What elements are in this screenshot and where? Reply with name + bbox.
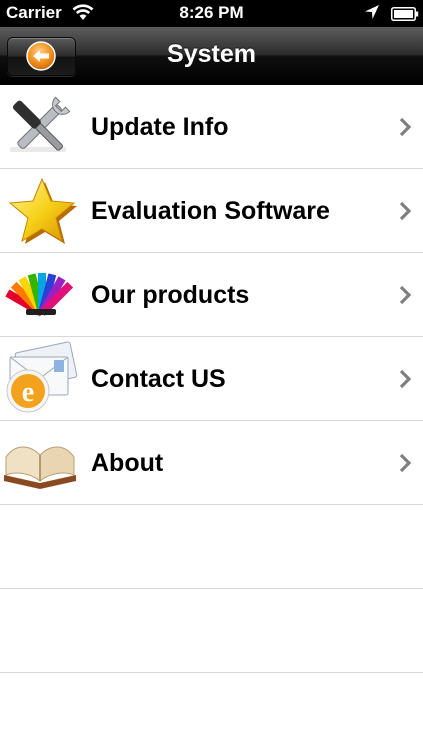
list-item-label: About [91,449,164,477]
empty-list-row [0,589,423,673]
list-item-label: Our products [91,281,250,309]
chevron-right-icon [399,201,412,221]
battery-icon [391,6,419,26]
email-icon: e [2,341,78,417]
list-item-update-info[interactable]: Update Info [0,85,423,169]
color-swatches-icon [2,257,78,333]
chevron-right-icon [399,369,412,389]
chevron-right-icon [399,285,412,305]
page-title: System [167,40,256,68]
list-item-contact-us[interactable]: e Contact US [0,337,423,421]
status-time: 8:26 PM [179,3,244,22]
list-item-label: Contact US [91,365,226,393]
menu-list: Update Info Evaluation Software Our prod… [0,85,423,673]
chevron-right-icon [399,117,412,137]
svg-text:e: e [22,377,34,408]
star-icon [2,173,78,249]
list-item-label: Update Info [91,113,229,141]
tools-icon [2,89,78,165]
list-item-about[interactable]: About [0,421,423,505]
list-item-label: Evaluation Software [91,197,330,225]
list-item-our-products[interactable]: Our products [0,253,423,337]
location-arrow-icon [364,4,380,25]
empty-list-row [0,505,423,589]
chevron-right-icon [399,453,412,473]
status-bar: Carrier 8:26 PM [0,0,423,27]
open-book-icon [2,425,78,501]
list-item-evaluation-software[interactable]: Evaluation Software [0,169,423,253]
navigation-bar: System [0,27,423,85]
